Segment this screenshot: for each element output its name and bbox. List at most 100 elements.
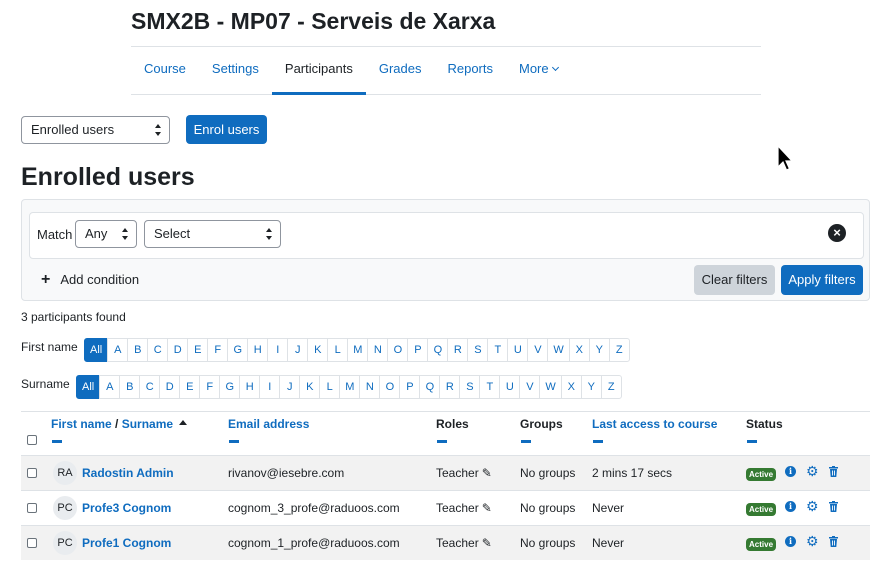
surname-initial-q[interactable]: Q <box>419 375 441 399</box>
participants-count: 3 participants found <box>21 310 126 324</box>
nav-grades[interactable]: Grades <box>366 50 435 94</box>
clear-filters-button[interactable]: Clear filters <box>694 265 775 295</box>
surname-initial-v[interactable]: V <box>519 375 541 399</box>
surname-initial-m[interactable]: M <box>339 375 361 399</box>
firstname-initial-f[interactable]: F <box>207 338 229 362</box>
collapse-lastaccess-column[interactable] <box>593 440 603 443</box>
surname-initial-r[interactable]: R <box>439 375 461 399</box>
match-select[interactable]: Any <box>75 220 137 248</box>
info-icon[interactable]: i <box>785 466 796 477</box>
firstname-initial-l[interactable]: L <box>327 338 349 362</box>
firstname-initial-s[interactable]: S <box>467 338 489 362</box>
trash-icon[interactable] <box>829 466 838 477</box>
select-all-checkbox[interactable] <box>27 435 37 445</box>
surname-initial-l[interactable]: L <box>319 375 341 399</box>
surname-initial-g[interactable]: G <box>219 375 241 399</box>
firstname-sort-link[interactable]: First name <box>51 417 112 431</box>
surname-initial-x[interactable]: X <box>560 375 582 399</box>
firstname-initial-k[interactable]: K <box>307 338 329 362</box>
surname-initial-e[interactable]: E <box>179 375 201 399</box>
participant-name-link[interactable]: Profe3 Cognom <box>82 501 171 515</box>
apply-filters-button[interactable]: Apply filters <box>781 265 863 295</box>
surname-initial-w[interactable]: W <box>539 375 562 399</box>
surname-initial-f[interactable]: F <box>199 375 221 399</box>
row-checkbox[interactable] <box>27 468 37 478</box>
enrol-users-button[interactable]: Enrol users <box>186 115 267 144</box>
firstname-initial-w[interactable]: W <box>547 338 570 362</box>
nav-participants[interactable]: Participants <box>271 50 366 95</box>
surname-initial-y[interactable]: Y <box>580 375 602 399</box>
surname-initial-j[interactable]: J <box>279 375 301 399</box>
nav-course[interactable]: Course <box>131 50 199 94</box>
firstname-initial-v[interactable]: V <box>527 338 549 362</box>
collapse-groups-column[interactable] <box>521 440 531 443</box>
lastaccess-header[interactable]: Last access to course <box>592 417 717 431</box>
pencil-icon[interactable]: ✎ <box>482 466 492 480</box>
firstname-initial-z[interactable]: Z <box>608 338 630 362</box>
firstname-initial-d[interactable]: D <box>167 338 189 362</box>
gear-icon[interactable]: ⚙ <box>806 463 819 480</box>
info-icon[interactable]: i <box>785 501 796 512</box>
firstname-initial-n[interactable]: N <box>367 338 389 362</box>
collapse-email-column[interactable] <box>229 440 239 443</box>
firstname-initial-g[interactable]: G <box>227 338 249 362</box>
surname-initial-d[interactable]: D <box>159 375 181 399</box>
surname-sort-link[interactable]: Surname <box>122 417 173 431</box>
surname-initial-all[interactable]: All <box>76 375 101 399</box>
pencil-icon[interactable]: ✎ <box>482 536 492 550</box>
row-checkbox[interactable] <box>27 503 37 513</box>
surname-initial-h[interactable]: H <box>239 375 261 399</box>
firstname-initial-all[interactable]: All <box>84 338 109 362</box>
add-condition-button[interactable]: + Add condition <box>41 271 139 289</box>
firstname-initial-q[interactable]: Q <box>427 338 449 362</box>
nav-more[interactable]: More <box>506 50 571 94</box>
pencil-icon[interactable]: ✎ <box>482 501 492 515</box>
nav-reports[interactable]: Reports <box>434 50 506 94</box>
gear-icon[interactable]: ⚙ <box>806 533 819 550</box>
firstname-initial-c[interactable]: C <box>147 338 169 362</box>
trash-icon[interactable] <box>829 501 838 512</box>
collapse-roles-column[interactable] <box>437 440 447 443</box>
firstname-initial-p[interactable]: P <box>407 338 429 362</box>
surname-initial-t[interactable]: T <box>479 375 501 399</box>
surname-initial-a[interactable]: A <box>99 375 121 399</box>
surname-initial-u[interactable]: U <box>499 375 521 399</box>
firstname-initial-b[interactable]: B <box>127 338 149 362</box>
trash-icon[interactable] <box>829 536 838 547</box>
row-checkbox[interactable] <box>27 538 37 548</box>
participant-name-link[interactable]: Radostin Admin <box>82 466 174 480</box>
firstname-initial-u[interactable]: U <box>507 338 529 362</box>
firstname-initial-x[interactable]: X <box>568 338 590 362</box>
email-header[interactable]: Email address <box>228 417 309 431</box>
gear-icon[interactable]: ⚙ <box>806 498 819 515</box>
close-icon[interactable]: × <box>828 224 846 242</box>
surname-initial-p[interactable]: P <box>399 375 421 399</box>
firstname-initial-a[interactable]: A <box>107 338 129 362</box>
filter-type-select[interactable]: Select <box>144 220 281 248</box>
collapse-status-column[interactable] <box>747 440 757 443</box>
firstname-initial-i[interactable]: I <box>267 338 289 362</box>
firstname-initial-r[interactable]: R <box>447 338 469 362</box>
collapse-name-column[interactable] <box>52 440 62 443</box>
firstname-initial-h[interactable]: H <box>247 338 269 362</box>
info-icon[interactable]: i <box>785 536 796 547</box>
surname-initial-o[interactable]: O <box>379 375 401 399</box>
surname-initial-n[interactable]: N <box>359 375 381 399</box>
nav-settings[interactable]: Settings <box>199 50 272 94</box>
surname-initial-c[interactable]: C <box>139 375 161 399</box>
nav-settings-label: Settings <box>211 61 259 76</box>
firstname-initial-m[interactable]: M <box>347 338 369 362</box>
surname-initial-k[interactable]: K <box>299 375 321 399</box>
enrolled-users-select[interactable]: Enrolled users <box>21 116 170 144</box>
surname-initial-z[interactable]: Z <box>600 375 622 399</box>
filter-panel: Match Any Select × + Add condition Clear … <box>21 199 870 301</box>
surname-initial-i[interactable]: I <box>259 375 281 399</box>
participant-name-link[interactable]: Profe1 Cognom <box>82 536 171 550</box>
firstname-initial-e[interactable]: E <box>187 338 209 362</box>
surname-initial-s[interactable]: S <box>459 375 481 399</box>
firstname-initial-o[interactable]: O <box>387 338 409 362</box>
firstname-initial-y[interactable]: Y <box>588 338 610 362</box>
firstname-initial-t[interactable]: T <box>487 338 509 362</box>
surname-initial-b[interactable]: B <box>119 375 141 399</box>
firstname-initial-j[interactable]: J <box>287 338 309 362</box>
